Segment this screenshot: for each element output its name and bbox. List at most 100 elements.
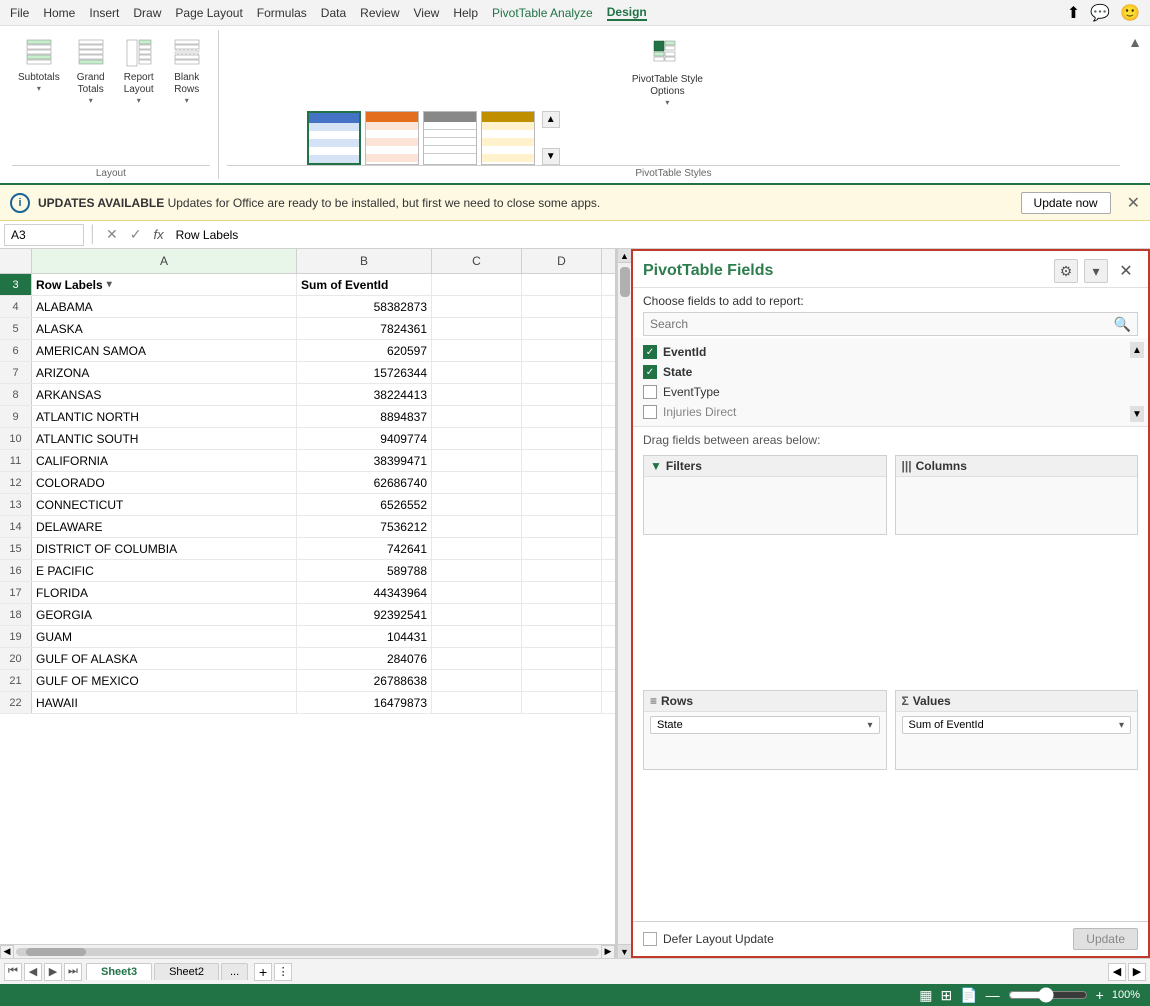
cell-b[interactable]: 7536212 [297, 516, 432, 537]
cell-d[interactable] [522, 582, 602, 603]
cell-d[interactable] [522, 318, 602, 339]
normal-view-icon[interactable]: ▦ [919, 987, 932, 1004]
page-layout-icon[interactable]: 📄 [960, 987, 977, 1004]
cell-c[interactable] [432, 692, 522, 713]
banner-close-icon[interactable]: ✕ [1127, 193, 1140, 213]
col-header-b[interactable]: B [297, 249, 432, 273]
horiz-scroll-track[interactable] [16, 948, 599, 956]
cell-c[interactable] [432, 296, 522, 317]
add-sheet-btn[interactable]: + [254, 963, 272, 981]
cell-b[interactable]: 92392541 [297, 604, 432, 625]
cell-a[interactable]: ARIZONA [32, 362, 297, 383]
cell-c[interactable] [432, 516, 522, 537]
menu-design[interactable]: Design [607, 5, 647, 21]
cell-b[interactable]: 742641 [297, 538, 432, 559]
vert-scrollbar[interactable]: ▲ ▼ [617, 249, 631, 958]
formula-input[interactable] [172, 226, 1146, 244]
cell-c[interactable] [432, 648, 522, 669]
cell-b[interactable]: 104431 [297, 626, 432, 647]
menu-pagelayout[interactable]: Page Layout [175, 6, 242, 20]
style-swatch-2[interactable] [365, 111, 419, 165]
menu-home[interactable]: Home [43, 6, 75, 20]
cell-d[interactable] [522, 494, 602, 515]
report-layout-button[interactable]: ReportLayout ▾ [116, 32, 162, 109]
cell-c[interactable] [432, 340, 522, 361]
cell-c[interactable] [432, 538, 522, 559]
page-break-icon[interactable]: ⊞ [941, 987, 953, 1004]
eventid-checkbox[interactable]: ✓ [643, 345, 657, 359]
drag-area-values[interactable]: Σ Values Sum of EventId ▾ [891, 686, 1139, 921]
cell-a[interactable]: CONNECTICUT [32, 494, 297, 515]
cell-d[interactable] [522, 692, 602, 713]
cell-a[interactable]: AMERICAN SAMOA [32, 340, 297, 361]
scroll-up-btn[interactable]: ▲ [618, 249, 632, 263]
cell-c[interactable] [432, 670, 522, 691]
field-item-state[interactable]: ✓ State [643, 362, 1138, 382]
cell-a[interactable]: ATLANTIC NORTH [32, 406, 297, 427]
cell-c[interactable] [432, 362, 522, 383]
menu-review[interactable]: Review [360, 6, 399, 20]
col-header-d[interactable]: D [522, 249, 602, 273]
cell-d[interactable] [522, 648, 602, 669]
cancel-icon[interactable]: ✕ [102, 226, 122, 243]
cell-a[interactable]: DISTRICT OF COLUMBIA [32, 538, 297, 559]
cell-b[interactable]: 284076 [297, 648, 432, 669]
cell-d[interactable] [522, 626, 602, 647]
cell-a3[interactable]: Row Labels ▾ [32, 274, 297, 295]
cell-b[interactable]: 38224413 [297, 384, 432, 405]
share-icon[interactable]: ⬆ [1067, 3, 1080, 23]
cell-c[interactable] [432, 604, 522, 625]
grand-totals-button[interactable]: GrandTotals ▾ [68, 32, 114, 109]
cell-d[interactable] [522, 340, 602, 361]
cell-d[interactable] [522, 450, 602, 471]
menu-pivottable-analyze[interactable]: PivotTable Analyze [492, 6, 593, 20]
drag-area-columns[interactable]: ||| Columns [891, 451, 1139, 686]
state-pill-chevron[interactable]: ▾ [867, 720, 872, 731]
cell-c[interactable] [432, 384, 522, 405]
cell-b[interactable]: 26788638 [297, 670, 432, 691]
search-input[interactable] [644, 313, 1108, 335]
cell-c[interactable] [432, 318, 522, 339]
cell-a[interactable]: ATLANTIC SOUTH [32, 428, 297, 449]
update-now-button[interactable]: Update now [1021, 192, 1111, 214]
tab-options-btn[interactable]: ⋮ [274, 963, 292, 981]
sheet-tab-sheet3[interactable]: Sheet3 [86, 963, 152, 980]
cell-b[interactable]: 15726344 [297, 362, 432, 383]
cell-c[interactable] [432, 582, 522, 603]
cell-a[interactable]: ALABAMA [32, 296, 297, 317]
style-swatch-1[interactable] [307, 111, 361, 165]
menu-view[interactable]: View [414, 6, 440, 20]
menu-data[interactable]: Data [321, 6, 346, 20]
col-header-c[interactable]: C [432, 249, 522, 273]
emoji-icon[interactable]: 🙂 [1120, 3, 1140, 23]
cell-a[interactable]: GEORGIA [32, 604, 297, 625]
tab-scroll-left[interactable]: ◀ [1108, 963, 1126, 981]
menu-file[interactable]: File [10, 6, 29, 20]
menu-insert[interactable]: Insert [89, 6, 119, 20]
cell-b[interactable]: 620597 [297, 340, 432, 361]
cell-b[interactable]: 58382873 [297, 296, 432, 317]
injuries-checkbox[interactable] [643, 405, 657, 419]
drag-area-rows[interactable]: ≡ Rows State ▾ [643, 686, 891, 921]
cell-d[interactable] [522, 362, 602, 383]
cell-d[interactable] [522, 406, 602, 427]
cell-b[interactable]: 589788 [297, 560, 432, 581]
tab-scroll-right[interactable]: ▶ [1128, 963, 1146, 981]
fields-scroll-down[interactable]: ▼ [1130, 406, 1144, 422]
pivot-style-options-button[interactable]: PivotTable StyleOptions ▾ [227, 34, 1108, 111]
cell-a[interactable]: CALIFORNIA [32, 450, 297, 471]
cell-a[interactable]: ARKANSAS [32, 384, 297, 405]
cell-b3[interactable]: Sum of EventId [297, 274, 432, 295]
cell-ref-input[interactable] [4, 224, 84, 246]
cell-d[interactable] [522, 472, 602, 493]
menu-formulas[interactable]: Formulas [257, 6, 307, 20]
cell-a[interactable]: E PACIFIC [32, 560, 297, 581]
cell-c[interactable] [432, 626, 522, 647]
cell-d[interactable] [522, 670, 602, 691]
dropdown-arrow[interactable]: ▾ [107, 274, 112, 296]
ribbon-collapse[interactable]: ▲ [1128, 30, 1142, 179]
field-item-eventid[interactable]: ✓ EventId [643, 342, 1138, 362]
cell-b[interactable]: 7824361 [297, 318, 432, 339]
scroll-thumb[interactable] [620, 267, 630, 297]
cell-c[interactable] [432, 406, 522, 427]
